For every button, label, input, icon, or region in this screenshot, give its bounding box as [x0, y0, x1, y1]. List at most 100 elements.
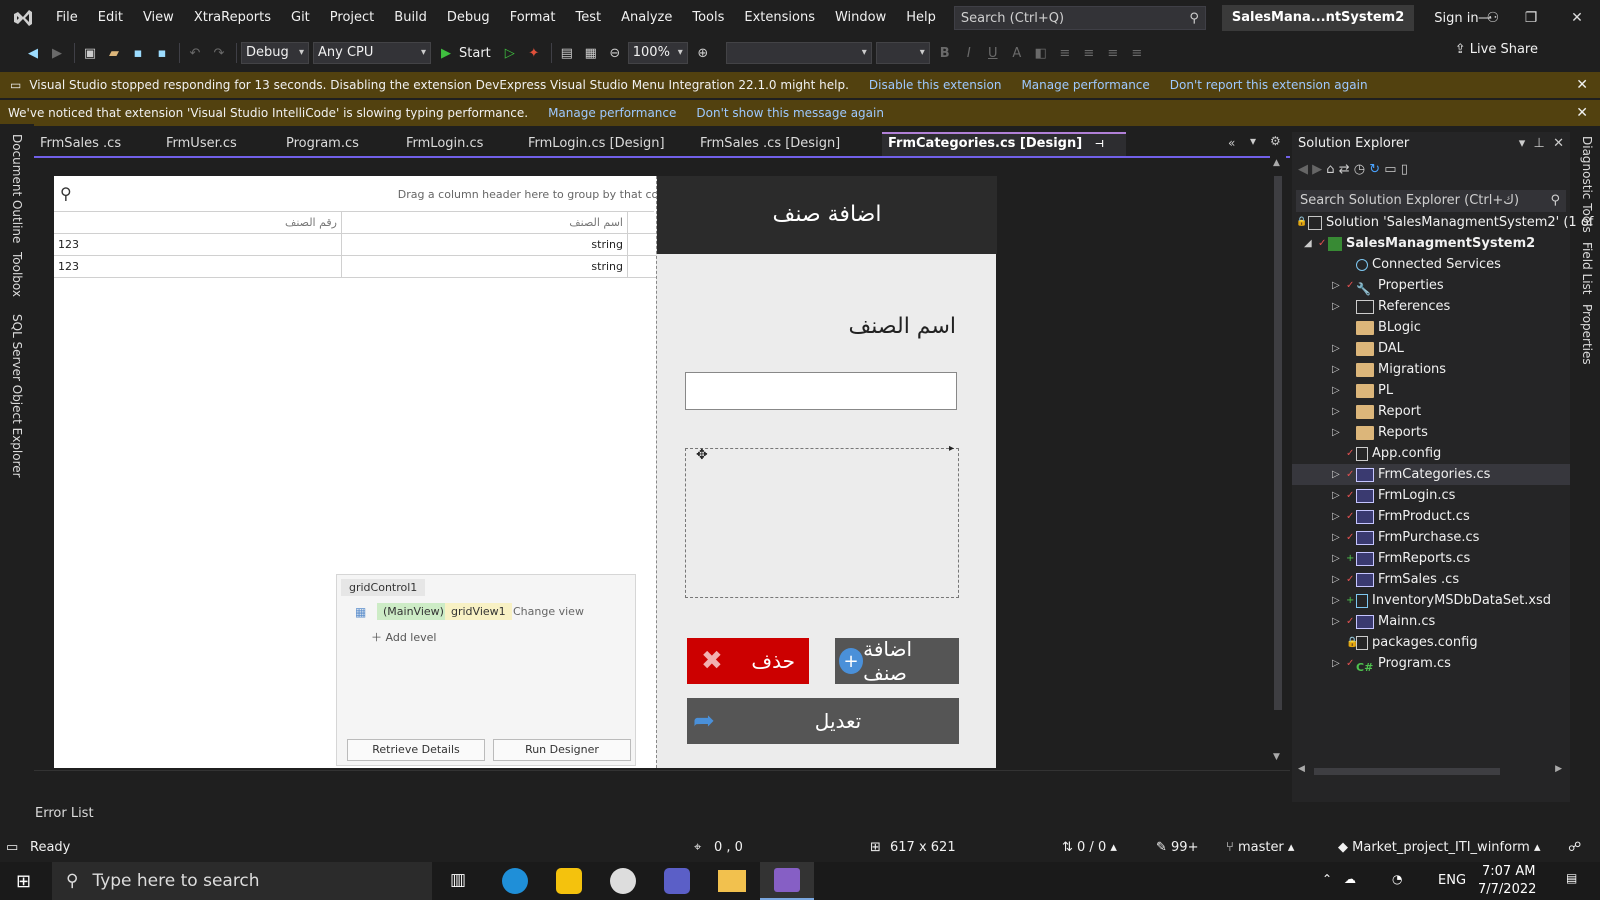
tree-item-app-config[interactable]: ✓ App.config [1332, 443, 1441, 464]
column-header-id[interactable]: رقم الصنف [54, 212, 342, 234]
network-icon[interactable]: ◔ [1392, 872, 1402, 886]
tree-item-blogic[interactable]: BLogic [1332, 317, 1421, 338]
forward-icon[interactable]: ▶ [46, 42, 68, 64]
restore-icon[interactable]: ❐ [1508, 0, 1554, 36]
justify-icon[interactable]: ≡ [1126, 42, 1148, 64]
cell-id[interactable]: 123 [54, 234, 342, 256]
visual-studio-taskbar-icon[interactable] [760, 862, 814, 900]
save-icon[interactable]: ▪ [127, 42, 149, 64]
changes-button[interactable]: ⇅ 0 / 0 ▴ [1062, 840, 1117, 855]
menu-build[interactable]: Build [384, 0, 437, 36]
menu-debug[interactable]: Debug [437, 0, 500, 36]
teams-icon[interactable] [664, 868, 690, 894]
menu-extensions[interactable]: Extensions [734, 0, 825, 36]
notifications-icon[interactable]: ☍ [1568, 840, 1581, 855]
document-outline-tab[interactable]: Document Outline [10, 134, 24, 243]
redo-icon[interactable]: ↷ [208, 42, 230, 64]
italic-icon[interactable]: I [958, 42, 980, 64]
tab-frmcategories-design[interactable]: FrmCategories.cs [Design] ⊣ ✕ [882, 132, 1126, 172]
tree-item-packages-config[interactable]: 🔒 packages.config [1332, 632, 1478, 653]
scroll-down-icon[interactable]: ▼ [1273, 752, 1280, 762]
menu-git[interactable]: Git [281, 0, 320, 36]
show-all-files-icon[interactable]: ▯ [1401, 162, 1408, 177]
dropdown-icon[interactable]: ▾ [1519, 136, 1526, 151]
align-left-icon[interactable]: ≡ [1054, 42, 1076, 64]
solution-node[interactable]: 🔒 Solution 'SalesManagmentSystem2' (1 of [1296, 212, 1593, 233]
manage-performance-link-2[interactable]: Manage performance [548, 106, 676, 120]
close-icon[interactable]: ✕ [1576, 77, 1588, 93]
visual-studio-logo-icon[interactable] [0, 0, 46, 36]
menu-window[interactable]: Window [825, 0, 896, 36]
start-without-debugging-icon[interactable]: ▷ [499, 42, 521, 64]
tab-frmsales-cs[interactable]: FrmSales .cs [34, 132, 127, 156]
zoom-in-icon[interactable]: ⊕ [692, 42, 714, 64]
sql-server-explorer-tab[interactable]: SQL Server Object Explorer [10, 314, 24, 478]
back-icon[interactable]: ◀ [22, 42, 44, 64]
global-search-input[interactable]: Search (Ctrl+Q) ⚲ [953, 6, 1206, 30]
disable-extension-link[interactable]: Disable this extension [869, 78, 1002, 92]
switch-views-icon[interactable]: ⇄ [1339, 162, 1350, 177]
minimize-icon[interactable]: — [1462, 0, 1508, 36]
zoom-out-icon[interactable]: ⊖ [604, 42, 626, 64]
dont-show-link[interactable]: Don't show this message again [696, 106, 884, 120]
main-view-chip[interactable]: (MainView) [377, 603, 450, 620]
new-project-icon[interactable]: ▣ [79, 42, 101, 64]
collapse-all-icon[interactable]: ▭ [1384, 162, 1396, 177]
menu-format[interactable]: Format [500, 0, 566, 36]
close-icon[interactable]: ✕ [1576, 105, 1588, 121]
edge-icon[interactable] [502, 868, 528, 894]
pending-changes-icon[interactable]: ◷ [1354, 162, 1365, 177]
group-panel[interactable]: ⚲ Drag a column header here to group by … [54, 176, 686, 212]
menu-test[interactable]: Test [566, 0, 612, 36]
font-size-select[interactable] [875, 42, 930, 64]
taskbar-search-input[interactable]: ⚲ Type here to search [52, 862, 432, 900]
tree-item-frmpurchase[interactable]: ▷ ✓ FrmPurchase.cs [1332, 527, 1479, 548]
cell-id[interactable]: 123 [54, 256, 342, 278]
scroll-left-icon[interactable]: ◀ [1298, 764, 1305, 774]
solution-name-badge[interactable]: SalesMana...ntSystem2 [1221, 5, 1415, 31]
undo-icon[interactable]: ↶ [184, 42, 206, 64]
font-name-select[interactable] [725, 42, 872, 64]
tray-chevron-icon[interactable]: ⌃ [1322, 872, 1332, 886]
error-list-tab[interactable]: Error List [35, 806, 94, 821]
find-icon[interactable]: ⚲ [60, 184, 72, 203]
expanded-arrow-icon[interactable]: ◢ [1304, 233, 1318, 254]
start-icon[interactable]: ▶ [435, 42, 457, 64]
live-share-button[interactable]: ⇪ Live Share [1455, 42, 1538, 57]
dont-report-link[interactable]: Don't report this extension again [1170, 78, 1368, 92]
font-color-icon[interactable]: A [1006, 42, 1028, 64]
language-indicator[interactable]: ENG [1438, 873, 1466, 888]
scroll-right-icon[interactable]: ▶ [1555, 764, 1562, 774]
save-all-icon[interactable]: ▪ [151, 42, 173, 64]
close-icon[interactable]: ✕ [1554, 0, 1600, 36]
grid-view-chip[interactable]: gridView1 [445, 603, 512, 620]
back-icon[interactable]: ◀ [1298, 162, 1308, 177]
sync-icon[interactable]: ↻ [1369, 162, 1380, 177]
column-header-name[interactable]: اسم الصنف [342, 212, 628, 234]
branch-button[interactable]: ⑂ master ▴ [1226, 840, 1294, 855]
align-right-icon[interactable]: ≡ [1102, 42, 1124, 64]
tree-item-references[interactable]: ▷ References [1332, 296, 1450, 317]
cell-name[interactable]: string [342, 256, 628, 278]
change-view-link[interactable]: Change view [513, 605, 584, 618]
notification-center-icon[interactable]: ▤ [1566, 871, 1577, 885]
clock-time[interactable]: 7:07 AM [1482, 864, 1535, 879]
tree-item-pl[interactable]: ▷ PL [1332, 380, 1393, 401]
tab-order-icon[interactable]: ▤ [556, 42, 578, 64]
close-icon[interactable]: ✕ [1553, 136, 1564, 151]
tree-item-reports[interactable]: ▷ Reports [1332, 422, 1428, 443]
tab-program-cs[interactable]: Program.cs [280, 132, 365, 156]
tree-item-frmproduct[interactable]: ▷ ✓ FrmProduct.cs [1332, 506, 1470, 527]
menu-xtrareports[interactable]: XtraReports [184, 0, 281, 36]
onedrive-icon[interactable]: ☁ [1344, 872, 1356, 886]
menu-project[interactable]: Project [320, 0, 384, 36]
hscroll-thumb[interactable] [1314, 768, 1500, 775]
tree-item-program[interactable]: ▷ ✓ C# Program.cs [1332, 653, 1451, 674]
tab-overflow-icon[interactable]: « [1228, 136, 1235, 150]
toolbox-tab[interactable]: Toolbox [10, 252, 24, 297]
pin-icon[interactable]: ⊣ [1095, 139, 1104, 150]
designed-form[interactable]: ⚲ Drag a column header here to group by … [54, 176, 997, 768]
category-name-input[interactable] [685, 372, 957, 410]
edit-button[interactable]: ➦ تعديل [687, 698, 959, 744]
app-yellow-icon[interactable] [556, 868, 582, 894]
